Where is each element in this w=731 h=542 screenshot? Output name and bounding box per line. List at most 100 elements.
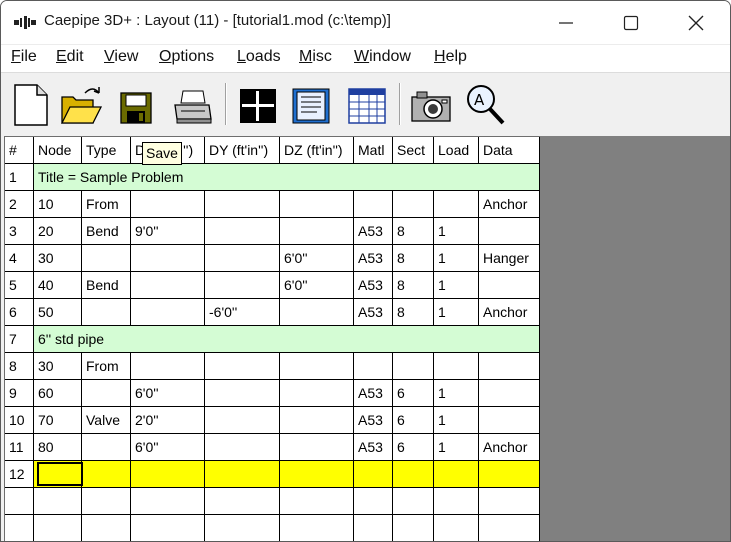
menu-view[interactable]: View: [104, 48, 138, 66]
row-number[interactable]: 1: [5, 164, 34, 190]
cell-node[interactable]: 80: [34, 434, 82, 460]
cell-matl[interactable]: [354, 461, 393, 487]
cell-node[interactable]: 20: [34, 218, 82, 244]
row-number[interactable]: 3: [5, 218, 34, 244]
title-cell[interactable]: 6'' std pipe: [34, 326, 540, 352]
title-cell[interactable]: Title = Sample Problem: [34, 164, 540, 190]
cell-matl[interactable]: [354, 488, 393, 514]
maximize-button[interactable]: [599, 1, 663, 44]
cell-sect[interactable]: 6: [393, 434, 434, 460]
table-row[interactable]: 10 70 Valve 2'0'' A53 6 1: [5, 407, 540, 434]
cell-dx[interactable]: 6'0'': [131, 434, 205, 460]
cell-dy[interactable]: [205, 461, 280, 487]
cell-type[interactable]: [82, 461, 131, 487]
table-row[interactable]: 5 40 Bend 6'0'' A53 8 1: [5, 272, 540, 299]
cell-sect[interactable]: [393, 461, 434, 487]
cell-data[interactable]: [479, 461, 540, 487]
cell-dy[interactable]: [205, 272, 280, 298]
row-number[interactable]: 5: [5, 272, 34, 298]
cell-dx[interactable]: [131, 461, 205, 487]
close-button[interactable]: [664, 1, 728, 44]
cell-dx[interactable]: [131, 272, 205, 298]
cell-dz[interactable]: 6'0'': [280, 272, 354, 298]
cell-dx[interactable]: [131, 353, 205, 379]
cell-matl[interactable]: A53: [354, 299, 393, 325]
cell-dy[interactable]: -6'0'': [205, 299, 280, 325]
cell-node[interactable]: 30: [34, 353, 82, 379]
cell-matl[interactable]: A53: [354, 380, 393, 406]
cell-dz[interactable]: [280, 353, 354, 379]
cell-type[interactable]: [82, 299, 131, 325]
table-row[interactable]: [5, 488, 540, 515]
cell-matl[interactable]: [354, 191, 393, 217]
row-number[interactable]: 6: [5, 299, 34, 325]
header-node[interactable]: Node: [34, 137, 82, 163]
cell-load[interactable]: 1: [434, 434, 479, 460]
cell-dy[interactable]: [205, 515, 280, 541]
row-number[interactable]: 10: [5, 407, 34, 433]
header-type[interactable]: Type: [82, 137, 131, 163]
cell-node[interactable]: 70: [34, 407, 82, 433]
row-number[interactable]: 4: [5, 245, 34, 271]
cell-type[interactable]: Bend: [82, 272, 131, 298]
text-view-button[interactable]: [289, 81, 333, 129]
cell-type[interactable]: [82, 380, 131, 406]
print-button[interactable]: [171, 81, 215, 129]
cell-dx[interactable]: [131, 299, 205, 325]
cell-data[interactable]: [479, 218, 540, 244]
row-number[interactable]: 12: [5, 461, 34, 487]
cell-load[interactable]: [434, 353, 479, 379]
row-number[interactable]: 9: [5, 380, 34, 406]
cell-dz[interactable]: [280, 218, 354, 244]
cell-data[interactable]: [479, 353, 540, 379]
save-button[interactable]: [115, 81, 159, 129]
row-number[interactable]: 8: [5, 353, 34, 379]
cell-sect[interactable]: 8: [393, 299, 434, 325]
cell-sect[interactable]: [393, 515, 434, 541]
cell-dy[interactable]: [205, 353, 280, 379]
row-number[interactable]: [5, 488, 34, 514]
table-row[interactable]: [5, 515, 540, 541]
cell-data[interactable]: Anchor: [479, 434, 540, 460]
cell-type[interactable]: Bend: [82, 218, 131, 244]
menu-help[interactable]: Help: [434, 48, 467, 66]
cell-dx[interactable]: [131, 245, 205, 271]
header-data[interactable]: Data: [479, 137, 540, 163]
cell-type[interactable]: From: [82, 191, 131, 217]
cell-load[interactable]: 1: [434, 380, 479, 406]
table-row[interactable]: 7 6'' std pipe: [5, 326, 540, 353]
menu-loads[interactable]: Loads: [237, 48, 281, 66]
row-number[interactable]: 7: [5, 326, 34, 352]
table-row[interactable]: 11 80 6'0'' A53 6 1 Anchor: [5, 434, 540, 461]
cell-dy[interactable]: [205, 434, 280, 460]
table-row[interactable]: 1 Title = Sample Problem: [5, 164, 540, 191]
cell-load[interactable]: [434, 461, 479, 487]
new-button[interactable]: [9, 81, 53, 129]
cell-node[interactable]: 10: [34, 191, 82, 217]
row-number[interactable]: 11: [5, 434, 34, 460]
cell-dy[interactable]: [205, 407, 280, 433]
menu-window[interactable]: Window: [354, 48, 411, 66]
cell-dy[interactable]: [205, 488, 280, 514]
table-row[interactable]: 12: [5, 461, 540, 488]
cell-dz[interactable]: [280, 380, 354, 406]
cell-dy[interactable]: [205, 380, 280, 406]
cell-dz[interactable]: 6'0'': [280, 245, 354, 271]
cell-matl[interactable]: A53: [354, 218, 393, 244]
cell-node[interactable]: 30: [34, 245, 82, 271]
cell-dz[interactable]: [280, 434, 354, 460]
table-row[interactable]: 3 20 Bend 9'0'' A53 8 1: [5, 218, 540, 245]
cell-load[interactable]: [434, 488, 479, 514]
cell-dz[interactable]: [280, 407, 354, 433]
table-row[interactable]: 4 30 6'0'' A53 8 1 Hanger: [5, 245, 540, 272]
header-row-number[interactable]: #: [5, 137, 34, 163]
table-row[interactable]: 2 10 From Anchor: [5, 191, 540, 218]
cell-data[interactable]: [479, 515, 540, 541]
layout-grid[interactable]: # Node Type D '') DY (ft'in'') DZ (ft'in'…: [4, 136, 540, 541]
title-bar[interactable]: Caepipe 3D+ : Layout (11) - [tutorial1.m…: [1, 1, 730, 45]
cell-sect[interactable]: 6: [393, 380, 434, 406]
menu-file[interactable]: File: [11, 48, 37, 66]
cell-type[interactable]: [82, 488, 131, 514]
cell-data[interactable]: [479, 407, 540, 433]
cell-load[interactable]: 1: [434, 245, 479, 271]
